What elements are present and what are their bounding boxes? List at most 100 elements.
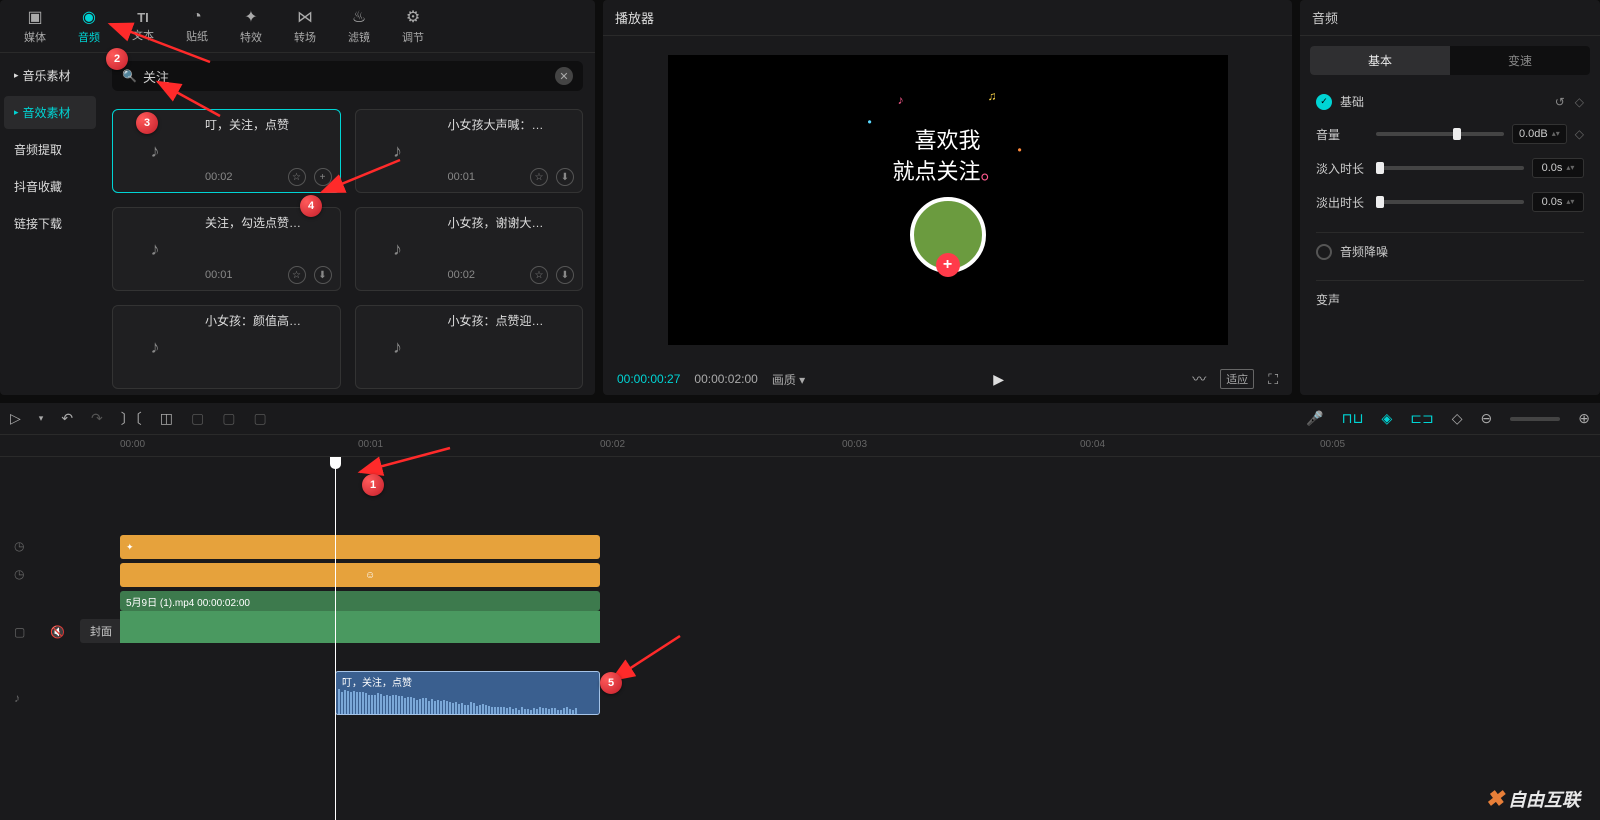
fadein-slider[interactable] (1376, 166, 1524, 170)
nav-tab-media[interactable]: ▣媒体 (8, 4, 62, 48)
sidebar-item-douyin[interactable]: 抖音收藏 (4, 170, 96, 203)
quality-selector[interactable]: 画质 ▾ (772, 371, 805, 388)
marker-3: 3 (136, 112, 158, 134)
ruler-tick: 00:04 (1080, 439, 1105, 450)
waveform (336, 690, 599, 714)
sidebar-item-sfx[interactable]: ▸音效素材 (4, 96, 96, 129)
zoom-slider[interactable] (1510, 417, 1560, 421)
clear-search-button[interactable]: ✕ (555, 67, 573, 85)
chevron-right-icon: ▸ (14, 70, 19, 81)
sidebar-item-link[interactable]: 链接下载 (4, 207, 96, 240)
nav-tab-filter[interactable]: ♨滤镜 (332, 4, 386, 48)
download-icon[interactable]: ⬇ (556, 168, 574, 186)
favorite-icon[interactable]: ☆ (530, 266, 548, 284)
align-icon[interactable]: ◇ (1452, 410, 1463, 427)
keyframe-icon[interactable]: ◇ (1575, 95, 1584, 109)
chevron-down-icon[interactable]: ▾ (39, 413, 44, 424)
nav-tab-sticker[interactable]: ◔贴纸 (170, 4, 224, 48)
library-item[interactable]: ♪ 关注，勾选点赞… 00:01☆⬇ (112, 207, 341, 291)
nav-tab-adjust[interactable]: ⚙调节 (386, 4, 440, 48)
item-title: 小女孩：点赞迎… (448, 312, 575, 329)
zoom-out-icon[interactable]: ⊖ (1481, 410, 1493, 427)
play-button[interactable]: ▶ (993, 371, 1004, 388)
music-note-icon: ♪ (356, 110, 440, 192)
add-icon[interactable]: + (314, 168, 332, 186)
audio-clip[interactable]: 叮，关注，点赞 (335, 671, 600, 715)
video-clip-body[interactable] (120, 611, 600, 643)
preview-canvas[interactable]: ♪ ♫ • • 喜欢我 就点关注。 + (668, 55, 1228, 345)
fadeout-slider[interactable] (1376, 200, 1524, 204)
favorite-icon[interactable]: ☆ (530, 168, 548, 186)
cursor-tool-icon[interactable]: ▷ (10, 410, 21, 427)
props-tab-basic[interactable]: 基本 (1310, 46, 1450, 75)
video-clip[interactable]: 5月9日 (1).mp4 00:00:02:00 (120, 591, 600, 611)
item-duration: 00:02 (205, 171, 233, 183)
item-title: 小女孩大声喊：… (448, 116, 575, 133)
mic-icon[interactable]: 🎤 (1306, 410, 1323, 427)
library-item[interactable]: ♪ 小女孩：点赞迎… (355, 305, 584, 389)
voice-changer-label: 变声 (1316, 291, 1340, 308)
sidebar-item-extract[interactable]: 音频提取 (4, 133, 96, 166)
sidebar-label: 音频提取 (14, 141, 62, 158)
timecode-current: 00:00:00:27 (617, 372, 680, 386)
sidebar-item-music[interactable]: ▸ 音乐素材 (4, 59, 96, 92)
nav-tab-effect[interactable]: ✦特效 (224, 4, 278, 48)
waveform-icon[interactable]: 〰 (1192, 369, 1206, 389)
sticker-icon: ◔ (192, 8, 202, 26)
tool-icon[interactable]: ▢ (222, 410, 235, 427)
fit-button[interactable]: 适应 (1220, 369, 1254, 389)
nav-tab-label: 调节 (402, 29, 424, 45)
music-note-icon: ♪ (356, 306, 440, 388)
confetti-icon: • (1018, 143, 1022, 157)
props-tab-voice[interactable]: 变速 (1450, 46, 1590, 75)
effect-clip[interactable]: ✦ (120, 535, 600, 559)
timeline-tracks[interactable]: ◷ ◷ ✦ ☺ ▢ 🔇 封面 5月9日 (1).mp4 00:00:02:00 … (0, 457, 1600, 820)
split-icon[interactable]: 〕〔 (121, 409, 142, 429)
favorite-icon[interactable]: ☆ (288, 168, 306, 186)
undo-icon[interactable]: ↶ (61, 410, 73, 427)
library-item[interactable]: ♪ 小女孩大声喊：… 00:01☆⬇ (355, 109, 584, 193)
preview-text-1: 喜欢我 (914, 126, 980, 157)
follow-plus-icon: + (936, 253, 960, 277)
search-box: 🔍 ✕ (112, 61, 583, 91)
media-icon: ▣ (27, 7, 42, 27)
fullscreen-icon[interactable]: ⛶ (1268, 371, 1278, 388)
keyframe-icon[interactable]: ◇ (1575, 127, 1584, 141)
magnet-icon[interactable]: ⊓⊔ (1342, 410, 1364, 427)
reset-icon[interactable]: ↺ (1555, 95, 1565, 109)
download-icon[interactable]: ⬇ (314, 266, 332, 284)
fadeout-value[interactable]: 0.0s▴▾ (1532, 192, 1584, 212)
download-icon[interactable]: ⬇ (556, 266, 574, 284)
snap-icon[interactable]: ⊏⊐ (1410, 410, 1433, 427)
library-grid: ♪ 叮，关注，点赞 00:02☆+ ♪ 小女孩大声喊：… 00:01☆⬇ (112, 109, 583, 389)
redo-icon[interactable]: ↷ (91, 410, 103, 427)
tool-icon[interactable]: ▢ (253, 410, 266, 427)
fadein-label: 淡入时长 (1316, 160, 1368, 177)
music-note-icon: ♪ (356, 208, 440, 290)
nav-tab-transition[interactable]: ⋈转场 (278, 4, 332, 48)
denoise-checkbox[interactable] (1316, 244, 1332, 260)
sidebar-label: 音乐素材 (23, 67, 71, 84)
fadein-value[interactable]: 0.0s▴▾ (1532, 158, 1584, 178)
zoom-in-icon[interactable]: ⊕ (1578, 410, 1590, 427)
library-item[interactable]: ♪ 小女孩，谢谢大… 00:02☆⬇ (355, 207, 584, 291)
search-input[interactable] (143, 69, 555, 84)
basic-checkbox[interactable]: ✓ (1316, 94, 1332, 110)
fadeout-label: 淡出时长 (1316, 194, 1368, 211)
library-item[interactable]: ♪ 小女孩：颜值高… (112, 305, 341, 389)
playhead[interactable] (335, 457, 336, 820)
favorite-icon[interactable]: ☆ (288, 266, 306, 284)
volume-value[interactable]: 0.0dB▴▾ (1512, 124, 1567, 144)
timeline-ruler[interactable]: 00:00 00:01 00:02 00:03 00:04 00:05 (0, 435, 1600, 457)
nav-tab-text[interactable]: TI文本 (116, 4, 170, 48)
link-icon[interactable]: ◈ (1382, 410, 1393, 427)
crop-icon[interactable]: ◫ (160, 410, 173, 427)
search-icon: 🔍 (122, 69, 137, 83)
nav-tab-audio[interactable]: ◉音频 (62, 4, 116, 48)
tool-icon[interactable]: ▢ (191, 410, 204, 427)
marker-5: 5 (600, 672, 622, 694)
volume-slider[interactable] (1376, 132, 1504, 136)
confetti-icon: ♪ (898, 93, 904, 107)
effect-clip[interactable]: ☺ (120, 563, 600, 587)
confetti-icon: • (868, 115, 872, 129)
